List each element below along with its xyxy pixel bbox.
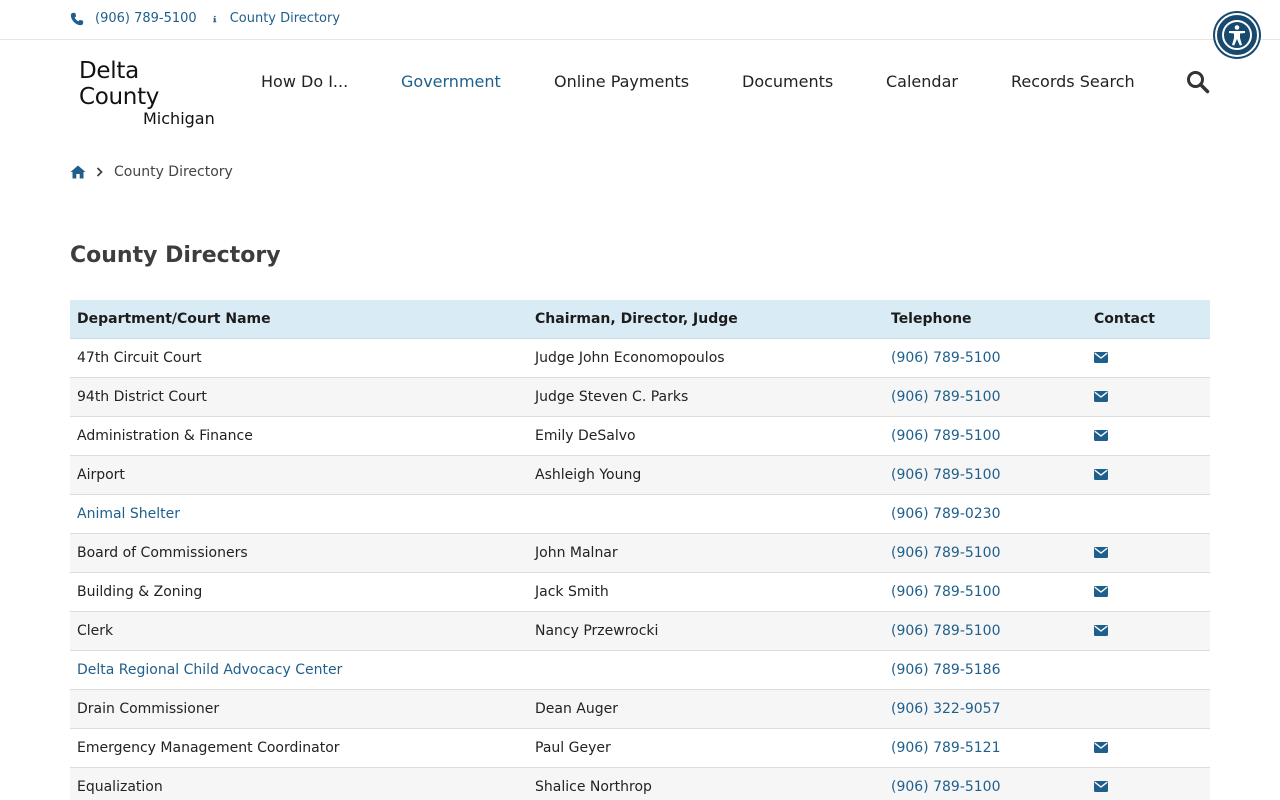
department-link[interactable]: Animal Shelter (77, 506, 180, 522)
contact-person (528, 494, 884, 534)
phone-link[interactable]: (906) 789-5100 (891, 779, 1001, 795)
table-row: Airport Ashleigh Young (906) 789-5100 (70, 455, 1210, 495)
mail-icon (1094, 625, 1108, 636)
table-row: 47th Circuit Court Judge John Economopou… (70, 338, 1210, 378)
search-button[interactable] (1186, 70, 1210, 94)
nav-documents[interactable]: Documents (742, 71, 833, 93)
email-link[interactable] (1094, 389, 1108, 405)
department-name: Equalization (70, 767, 528, 800)
email-link[interactable] (1094, 545, 1108, 561)
mail-icon (1094, 430, 1108, 441)
table-row: Animal Shelter (906) 789-0230 (70, 494, 1210, 534)
topbar-phone-link[interactable]: (906) 789-5100 (95, 11, 197, 26)
department-name: Board of Commissioners (70, 533, 528, 573)
department-name: 94th District Court (70, 377, 528, 417)
contact-person: Shalice Northrop (528, 767, 884, 800)
email-link[interactable] (1094, 740, 1108, 756)
phone-link[interactable]: (906) 322-9057 (891, 701, 1001, 717)
header-chairman: Chairman, Director, Judge (528, 300, 884, 339)
contact-person: John Malnar (528, 533, 884, 573)
nav-records-search[interactable]: Records Search (1011, 71, 1135, 93)
table-row: Drain Commissioner Dean Auger (906) 322-… (70, 689, 1210, 729)
email-link[interactable] (1094, 350, 1108, 366)
search-icon (1187, 71, 1210, 94)
department-name: Airport (70, 455, 528, 495)
chevron-right-icon (96, 167, 103, 177)
table-row: Administration & Finance Emily DeSalvo (… (70, 416, 1210, 456)
email-link[interactable] (1094, 428, 1108, 444)
phone-link[interactable]: (906) 789-5100 (891, 350, 1001, 366)
info-icon (212, 15, 216, 22)
contact-person: Emily DeSalvo (528, 416, 884, 456)
phone-link[interactable]: (906) 789-5121 (891, 740, 1001, 756)
phone-link[interactable]: (906) 789-0230 (891, 506, 1001, 522)
table-row: Board of Commissioners John Malnar (906)… (70, 533, 1210, 573)
breadcrumb-current: County Directory (114, 164, 233, 180)
logo-line1: Delta County (79, 58, 160, 110)
mail-icon (1094, 781, 1108, 792)
contact-person: Judge John Economopoulos (528, 338, 884, 378)
phone-link[interactable]: (906) 789-5186 (891, 662, 1001, 678)
department-name: Building & Zoning (70, 572, 528, 612)
page-title: County Directory (70, 243, 281, 268)
site-logo[interactable]: Delta County Michigan (79, 58, 219, 128)
header-telephone: Telephone (884, 300, 1087, 339)
phone-link[interactable]: (906) 789-5100 (891, 584, 1001, 600)
table-header-row: Department/Court Name Chairman, Director… (70, 300, 1210, 339)
breadcrumb: County Directory (70, 164, 233, 180)
header-contact: Contact (1087, 300, 1210, 339)
contact-person: Nancy Przewrocki (528, 611, 884, 651)
logo-line2: Michigan (143, 109, 215, 128)
contact-person: Judge Steven C. Parks (528, 377, 884, 417)
department-name: 47th Circuit Court (70, 338, 528, 378)
phone-link[interactable]: (906) 789-5100 (891, 428, 1001, 444)
department-name: Clerk (70, 611, 528, 651)
mail-icon (1094, 742, 1108, 753)
mail-icon (1094, 391, 1108, 402)
table-row: 94th District Court Judge Steven C. Park… (70, 377, 1210, 417)
contact-cell-empty (1087, 494, 1210, 534)
directory-table: Department/Court Name Chairman, Director… (70, 300, 1210, 800)
department-name: Emergency Management Coordinator (70, 728, 528, 768)
header-department: Department/Court Name (70, 300, 528, 339)
phone-link[interactable]: (906) 789-5100 (891, 623, 1001, 639)
mail-icon (1094, 586, 1108, 597)
nav-how-do-i[interactable]: How Do I... (261, 71, 348, 93)
table-row: Delta Regional Child Advocacy Center (90… (70, 650, 1210, 690)
contact-person: Paul Geyer (528, 728, 884, 768)
mail-icon (1094, 547, 1108, 558)
nav-government[interactable]: Government (401, 71, 501, 93)
phone-link[interactable]: (906) 789-5100 (891, 389, 1001, 405)
email-link[interactable] (1094, 779, 1108, 795)
contact-person: Dean Auger (528, 689, 884, 729)
contact-cell-empty (1087, 689, 1210, 729)
site-header: Delta County Michigan How Do I... Govern… (0, 40, 1280, 130)
email-link[interactable] (1094, 623, 1108, 639)
email-link[interactable] (1094, 467, 1108, 483)
contact-cell-empty (1087, 650, 1210, 690)
table-row: Equalization Shalice Northrop (906) 789-… (70, 767, 1210, 800)
email-link[interactable] (1094, 584, 1108, 600)
top-utility-bar: (906) 789-5100 County Directory (0, 0, 1280, 40)
table-row: Clerk Nancy Przewrocki (906) 789-5100 (70, 611, 1210, 651)
department-link[interactable]: Delta Regional Child Advocacy Center (77, 662, 342, 678)
nav-online-payments[interactable]: Online Payments (554, 71, 689, 93)
home-icon[interactable] (70, 164, 86, 180)
contact-person: Jack Smith (528, 572, 884, 612)
contact-person (528, 650, 884, 690)
topbar-directory-link[interactable]: County Directory (230, 11, 340, 26)
phone-icon (70, 12, 84, 25)
nav-calendar[interactable]: Calendar (886, 71, 958, 93)
phone-link[interactable]: (906) 789-5100 (891, 545, 1001, 561)
department-name: Administration & Finance (70, 416, 528, 456)
department-name: Drain Commissioner (70, 689, 528, 729)
table-row: Emergency Management Coordinator Paul Ge… (70, 728, 1210, 768)
mail-icon (1094, 352, 1108, 363)
mail-icon (1094, 469, 1108, 480)
table-row: Building & Zoning Jack Smith (906) 789-5… (70, 572, 1210, 612)
phone-link[interactable]: (906) 789-5100 (891, 467, 1001, 483)
contact-person: Ashleigh Young (528, 455, 884, 495)
